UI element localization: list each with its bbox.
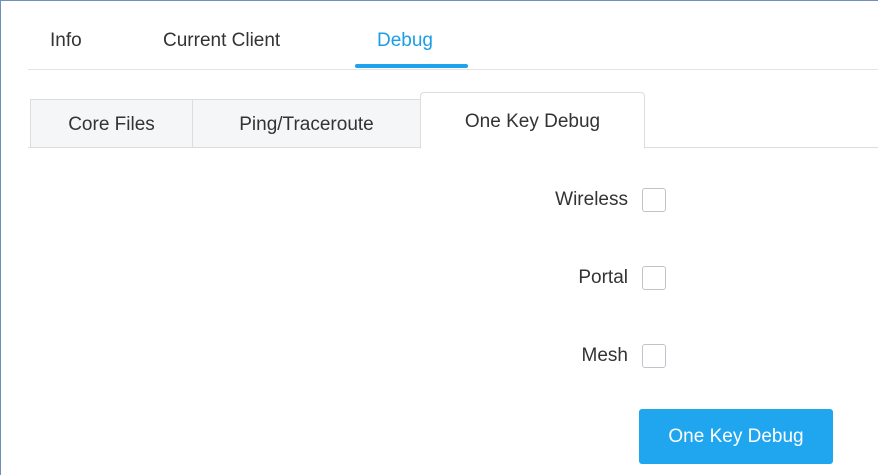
sub-tab-core-files-label: Core Files bbox=[68, 114, 155, 135]
sub-tab-one-key-debug-label: One Key Debug bbox=[464, 111, 601, 132]
sub-tab-ping-traceroute-label: Ping/Traceroute bbox=[239, 114, 374, 135]
wireless-label: Wireless bbox=[555, 189, 628, 210]
sub-tab-core-files[interactable]: Core Files bbox=[30, 99, 193, 148]
active-tab-indicator bbox=[355, 64, 468, 68]
option-row-mesh: Mesh bbox=[582, 344, 666, 368]
sub-tab-bar: Core Files Ping/Traceroute One Key Debug bbox=[28, 92, 878, 149]
tab-debug[interactable]: Debug bbox=[377, 30, 433, 52]
panel-frame bbox=[0, 0, 878, 475]
top-tab-bar: Info Current Client Debug bbox=[28, 0, 878, 70]
mesh-label: Mesh bbox=[581, 345, 628, 366]
sub-tab-one-key-debug[interactable]: One Key Debug bbox=[420, 92, 645, 149]
mesh-checkbox[interactable] bbox=[642, 344, 666, 368]
wireless-checkbox[interactable] bbox=[642, 188, 666, 212]
option-row-portal: Portal bbox=[578, 266, 666, 290]
sub-tab-ping-traceroute[interactable]: Ping/Traceroute bbox=[192, 99, 421, 148]
one-key-debug-button[interactable]: One Key Debug bbox=[639, 409, 833, 464]
portal-label: Portal bbox=[578, 267, 628, 288]
option-row-wireless: Wireless bbox=[555, 188, 666, 212]
portal-checkbox[interactable] bbox=[642, 266, 666, 290]
tab-info[interactable]: Info bbox=[50, 30, 82, 52]
tab-current-client[interactable]: Current Client bbox=[163, 30, 280, 52]
